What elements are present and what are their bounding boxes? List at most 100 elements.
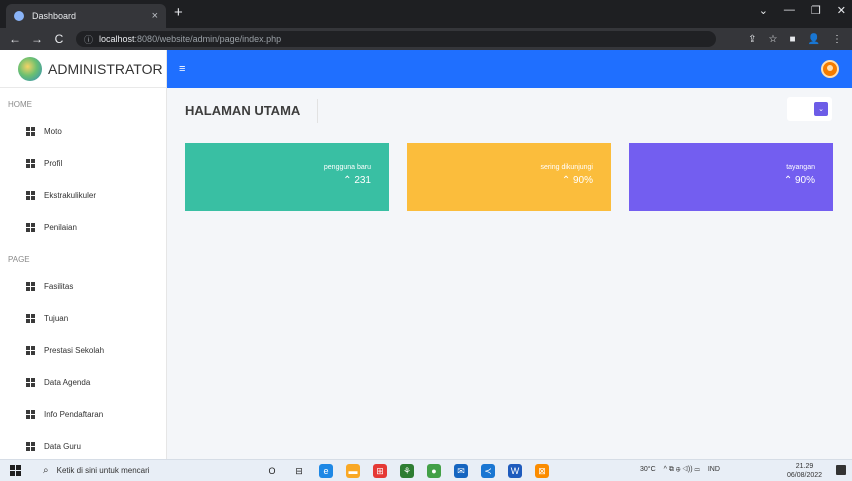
xampp-icon[interactable]: ⊠ bbox=[535, 464, 549, 478]
clock[interactable]: 21.29 06/08/2022 bbox=[787, 462, 822, 480]
sidebar-item-ekstrakulikuler[interactable]: Ekstrakulikuler bbox=[0, 179, 166, 211]
system-tray: 30°C ^ ⧉ ⊕ ◁)) ▭ IND bbox=[640, 466, 720, 474]
chrome-icon[interactable]: ● bbox=[427, 464, 441, 478]
bookmark-star-icon[interactable]: ☆ bbox=[769, 34, 778, 45]
dropdown-button[interactable]: ⌄ bbox=[814, 102, 828, 116]
language-indicator[interactable]: IND bbox=[708, 466, 720, 474]
windows-start-icon[interactable] bbox=[10, 465, 21, 476]
sidebar-item-info-pendaftaran[interactable]: Info Pendaftaran bbox=[0, 398, 166, 430]
grid-icon bbox=[26, 377, 35, 387]
stat-value: ⌃ 231 bbox=[343, 175, 371, 186]
sidebar-section-title: PAGE bbox=[8, 255, 30, 264]
reload-icon[interactable]: C bbox=[52, 32, 66, 46]
clock-date: 06/08/2022 bbox=[787, 472, 823, 479]
profile-icon[interactable]: 👤 bbox=[808, 34, 820, 45]
sidebar-item-tujuan[interactable]: Tujuan bbox=[0, 302, 166, 334]
sidebar-item-prestasi-sekolah[interactable]: Prestasi Sekolah bbox=[0, 334, 166, 366]
taskbar-search-input[interactable]: Ketik di sini untuk mencari bbox=[57, 466, 150, 475]
info-icon[interactable]: ⓘ bbox=[84, 33, 93, 46]
sidebar-item-penilaian[interactable]: Penilaian bbox=[0, 211, 166, 243]
grid-icon bbox=[26, 409, 35, 419]
weather-text[interactable]: 30°C bbox=[640, 466, 656, 474]
sidebar-item-label: Profil bbox=[44, 158, 63, 168]
brand[interactable]: ADMINISTRATOR bbox=[0, 50, 166, 88]
share-icon[interactable]: ⇪ bbox=[748, 34, 756, 45]
new-tab-icon[interactable]: + bbox=[174, 4, 183, 21]
title-divider bbox=[317, 99, 318, 123]
sidebar-item-label: Prestasi Sekolah bbox=[44, 345, 105, 355]
top-header: ≡ bbox=[167, 50, 852, 88]
stat-label: sering dikunjungi bbox=[540, 164, 593, 171]
back-icon[interactable]: ← bbox=[8, 32, 22, 46]
grid-icon bbox=[26, 281, 35, 291]
task-view-icon[interactable]: ⊟ bbox=[292, 464, 306, 478]
grid-icon bbox=[26, 158, 35, 168]
clock-time: 21.29 bbox=[795, 463, 814, 470]
grid-icon bbox=[26, 313, 35, 323]
tab-close-icon[interactable]: × bbox=[152, 10, 158, 22]
sidebar-item-data-guru[interactable]: Data Guru bbox=[0, 430, 166, 462]
grid-icon bbox=[26, 126, 35, 136]
mail-icon[interactable]: ✉ bbox=[454, 464, 468, 478]
extension-icon[interactable]: ■ bbox=[790, 34, 796, 45]
windows-taskbar: ⌕ Ketik di sini untuk mencari O ⊟ e ▬ ⊞ ⚘ ● ✉ ≺ W… bbox=[0, 459, 852, 481]
tab-search-icon[interactable]: ⌄ bbox=[759, 4, 768, 17]
sidebar-item-label: Tujuan bbox=[44, 313, 69, 323]
url-input[interactable]: ⓘ localhost :8080/website/admin/page/ind… bbox=[76, 31, 716, 47]
sidebar-item-label: Data Agenda bbox=[44, 377, 91, 387]
browser-tab[interactable]: Dashboard × bbox=[6, 4, 166, 28]
address-bar-row: ← → C ⓘ localhost :8080/website/admin/pa… bbox=[0, 28, 852, 50]
sidebar-item-label: Fasilitas bbox=[44, 281, 74, 291]
teams-icon[interactable]: ⚘ bbox=[400, 464, 414, 478]
stat-card-views: tayangan ⌃ 90% bbox=[629, 143, 833, 211]
sidebar-section-title: HOME bbox=[8, 100, 32, 109]
sidebar-nav: HOME Moto Profil Ekstrakulikuler Penilaian PA… bbox=[0, 100, 166, 462]
grid-icon bbox=[26, 441, 35, 451]
page-title: HALAMAN UTAMA bbox=[185, 103, 301, 118]
user-avatar[interactable] bbox=[821, 60, 839, 78]
word-icon[interactable]: W bbox=[508, 464, 522, 478]
stat-card-new-users: pengguna baru ⌃ 231 bbox=[185, 143, 389, 211]
sidebar-item-label: Ekstrakulikuler bbox=[44, 190, 97, 200]
window-controls: ⌄ — ❐ ✕ bbox=[759, 4, 846, 17]
grid-icon bbox=[26, 222, 35, 232]
tab-title: Dashboard bbox=[32, 11, 77, 21]
favicon-icon bbox=[14, 11, 24, 21]
vscode-icon[interactable]: ≺ bbox=[481, 464, 495, 478]
omnibox-actions: ⇪ ☆ ■ 👤 ⋮ bbox=[748, 34, 842, 45]
minimize-icon[interactable]: — bbox=[784, 4, 795, 17]
dropdown-box: ⌄ bbox=[787, 97, 832, 121]
close-window-icon[interactable]: ✕ bbox=[837, 4, 846, 17]
taskbar-apps: O ⊟ e ▬ ⊞ ⚘ ● ✉ ≺ W ⊠ bbox=[265, 464, 549, 478]
sidebar-item-label: Penilaian bbox=[44, 222, 77, 232]
sidebar-item-data-agenda[interactable]: Data Agenda bbox=[0, 366, 166, 398]
stat-value: ⌃ 90% bbox=[561, 175, 593, 186]
cortana-icon[interactable]: O bbox=[265, 464, 279, 478]
sidebar-item-label: Info Pendaftaran bbox=[44, 409, 104, 419]
forward-icon[interactable]: → bbox=[30, 32, 44, 46]
tray-icons[interactable]: ^ ⧉ ⊕ ◁)) ▭ bbox=[664, 466, 700, 474]
file-explorer-icon[interactable]: ▬ bbox=[346, 464, 360, 478]
sidebar-item-fasilitas[interactable]: Fasilitas bbox=[0, 270, 166, 302]
edge-icon[interactable]: e bbox=[319, 464, 333, 478]
url-path: :8080/website/admin/page/index.php bbox=[134, 34, 282, 44]
sidebar-item-label: Moto bbox=[44, 126, 62, 136]
sidebar-item-label: Data Guru bbox=[44, 441, 81, 451]
stat-label: pengguna baru bbox=[323, 164, 371, 171]
store-icon[interactable]: ⊞ bbox=[373, 464, 387, 478]
restore-icon[interactable]: ❐ bbox=[811, 4, 821, 17]
grid-icon bbox=[26, 345, 35, 355]
more-menu-icon[interactable]: ⋮ bbox=[832, 34, 842, 45]
grid-icon bbox=[26, 190, 35, 200]
sidebar-item-profil[interactable]: Profil bbox=[0, 147, 166, 179]
taskbar-search-icon[interactable]: ⌕ bbox=[43, 465, 49, 476]
notification-icon[interactable] bbox=[836, 465, 846, 475]
url-host: localhost bbox=[99, 34, 135, 44]
stat-value: ⌃ 90% bbox=[783, 175, 815, 186]
school-logo-icon bbox=[18, 56, 42, 81]
brand-title: ADMINISTRATOR bbox=[48, 60, 163, 77]
browser-tabbar: Dashboard × + ⌄ — ❐ ✕ bbox=[0, 0, 852, 28]
hamburger-menu-icon[interactable]: ≡ bbox=[179, 63, 185, 75]
stat-card-most-visited: sering dikunjungi ⌃ 90% bbox=[407, 143, 611, 211]
sidebar-item-moto[interactable]: Moto bbox=[0, 115, 166, 147]
